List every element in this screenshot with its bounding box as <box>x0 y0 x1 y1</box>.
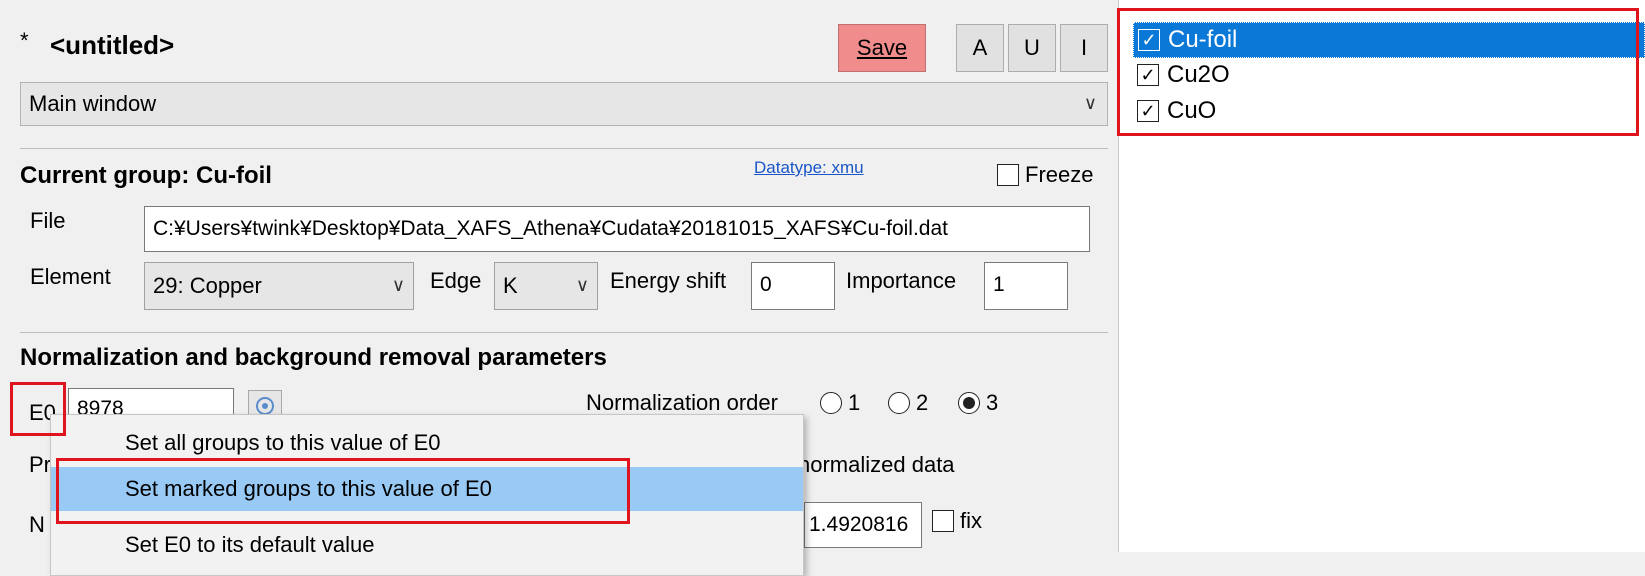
group-list-panel: ✓ Cu-foil ✓ Cu2O ✓ CuO <box>1117 0 1645 552</box>
edge-label: Edge <box>430 268 482 293</box>
highlight-group-list <box>1117 8 1639 136</box>
divider <box>20 332 1108 333</box>
norm-order-radio-2[interactable]: 2 <box>888 390 928 416</box>
highlight-e0-label <box>10 382 66 436</box>
norm-label-partial: N <box>29 512 45 537</box>
main-panel: * <untitled> Save A U I Main window ∨ Cu… <box>0 0 1118 576</box>
datatype-link[interactable]: Datatype: xmu <box>754 158 864 178</box>
fix-checkbox[interactable]: fix <box>932 508 982 534</box>
element-select[interactable]: 29: Copper ∨ <box>144 262 414 310</box>
element-select-value: 29: Copper <box>153 273 262 298</box>
mark-all-button[interactable]: A <box>956 24 1004 72</box>
divider <box>20 148 1108 149</box>
window-select[interactable]: Main window ∨ <box>20 82 1108 126</box>
normalization-order-label: Normalization order <box>586 390 778 415</box>
invert-marks-button[interactable]: I <box>1060 24 1108 72</box>
edge-select-value: K <box>503 273 518 298</box>
chevron-down-icon: ∨ <box>575 275 589 295</box>
norm-order-option-3: 3 <box>986 390 999 415</box>
pre-edge-label-partial: Pr <box>29 452 51 477</box>
norm-order-option-1: 1 <box>848 390 861 415</box>
importance-input[interactable]: 1 <box>984 262 1068 310</box>
radio-button[interactable] <box>820 392 842 414</box>
freeze-label: Freeze <box>1025 162 1094 187</box>
menu-item-default-e0[interactable]: Set E0 to its default value <box>51 523 803 567</box>
energy-shift-input[interactable]: 0 <box>751 262 835 310</box>
chevron-down-icon: ∨ <box>1083 93 1097 113</box>
element-label: Element <box>30 264 111 289</box>
radio-button[interactable] <box>888 392 910 414</box>
edge-select[interactable]: K ∨ <box>494 262 598 310</box>
window-select-value: Main window <box>29 91 157 116</box>
save-button[interactable]: Save <box>838 24 926 72</box>
modified-indicator: * <box>20 28 29 53</box>
project-title: <untitled> <box>50 30 175 60</box>
unmark-all-button[interactable]: U <box>1008 24 1056 72</box>
importance-label: Importance <box>846 268 957 293</box>
fix-checkbox-box[interactable] <box>932 510 954 532</box>
energy-shift-label: Energy shift <box>610 268 727 293</box>
norm-order-radio-1[interactable]: 1 <box>820 390 860 416</box>
norm-order-radio-3[interactable]: 3 <box>958 390 998 416</box>
normalization-heading: Normalization and background removal par… <box>20 344 607 371</box>
save-button-label: Save <box>856 35 908 60</box>
norm-order-option-2: 2 <box>916 390 929 415</box>
current-group-heading: Current group: Cu-foil <box>20 162 272 189</box>
fix-label: fix <box>960 508 982 533</box>
radio-button-selected[interactable] <box>958 392 980 414</box>
highlight-menu-item <box>56 458 630 524</box>
normalized-data-label-partial: normalized data <box>798 452 955 477</box>
file-label: File <box>30 208 66 233</box>
edge-step-input[interactable]: 1.4920816 <box>804 502 922 548</box>
file-path-field[interactable]: C:¥Users¥twink¥Desktop¥Data_XAFS_Athena¥… <box>144 206 1090 252</box>
freeze-checkbox[interactable]: Freeze <box>997 162 1093 188</box>
freeze-checkbox-box[interactable] <box>997 164 1019 186</box>
chevron-down-icon: ∨ <box>391 275 405 295</box>
